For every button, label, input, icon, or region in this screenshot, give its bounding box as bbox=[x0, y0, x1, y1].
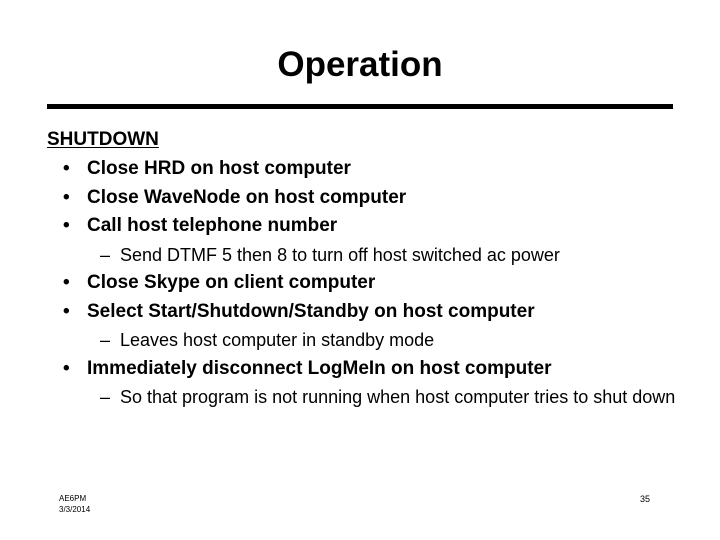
sub-list-item-text: Leaves host computer in standby mode bbox=[120, 330, 435, 350]
bullet-dash-icon: – bbox=[100, 387, 111, 407]
bullet-dot-icon: • bbox=[63, 215, 70, 236]
list-item: • Call host telephone number bbox=[47, 212, 687, 241]
list-item: • Close HRD on host computer bbox=[47, 155, 687, 184]
list-item-text: Select Start/Shutdown/Standby on host co… bbox=[87, 300, 535, 322]
list-item-text: Call host telephone number bbox=[87, 215, 338, 236]
bullet-dash-icon: – bbox=[100, 244, 111, 265]
list-item: • Close Skype on client computer bbox=[47, 269, 687, 298]
bullet-list: • Close HRD on host computer • Close Wav… bbox=[47, 155, 687, 412]
list-item: • Immediately disconnect LogMeIn on host… bbox=[47, 355, 687, 384]
sub-list-item: – Send DTMF 5 then 8 to turn off host sw… bbox=[47, 241, 687, 270]
bullet-dot-icon: • bbox=[63, 357, 70, 379]
slide-body: SHUTDOWN • Close HRD on host computer • … bbox=[47, 126, 687, 412]
list-item-text: Close WaveNode on host computer bbox=[87, 186, 407, 208]
list-item: • Select Start/Shutdown/Standby on host … bbox=[47, 298, 687, 327]
section-heading-shutdown: SHUTDOWN bbox=[47, 129, 159, 150]
list-item: • Close WaveNode on host computer bbox=[47, 184, 687, 213]
list-item-text: Immediately disconnect LogMeIn on host c… bbox=[87, 357, 552, 379]
sub-list-item: – Leaves host computer in standby mode bbox=[47, 326, 687, 355]
bullet-dot-icon: • bbox=[63, 186, 70, 208]
bullet-dot-icon: • bbox=[63, 272, 70, 293]
slide: Operation SHUTDOWN • Close HRD on host c… bbox=[0, 0, 720, 540]
sub-list-item-text: So that program is not running when host… bbox=[120, 387, 676, 407]
slide-title: Operation bbox=[277, 45, 443, 84]
bullet-dot-icon: • bbox=[63, 300, 70, 322]
sub-list-item: – So that program is not running when ho… bbox=[47, 383, 687, 412]
bullet-dot-icon: • bbox=[63, 158, 70, 179]
footer-date: 3/3/2014 bbox=[59, 505, 91, 514]
footer-callsign: AE6PM bbox=[59, 494, 87, 503]
list-item-text: Close HRD on host computer bbox=[87, 158, 351, 179]
title-divider-rule bbox=[47, 104, 673, 109]
slide-page-number: 35 bbox=[640, 494, 651, 504]
sub-list-item-text: Send DTMF 5 then 8 to turn off host swit… bbox=[120, 244, 560, 265]
slide-footer: AE6PM 3/3/2014 bbox=[59, 493, 90, 515]
bullet-dash-icon: – bbox=[100, 330, 111, 350]
list-item-text: Close Skype on client computer bbox=[87, 272, 376, 293]
